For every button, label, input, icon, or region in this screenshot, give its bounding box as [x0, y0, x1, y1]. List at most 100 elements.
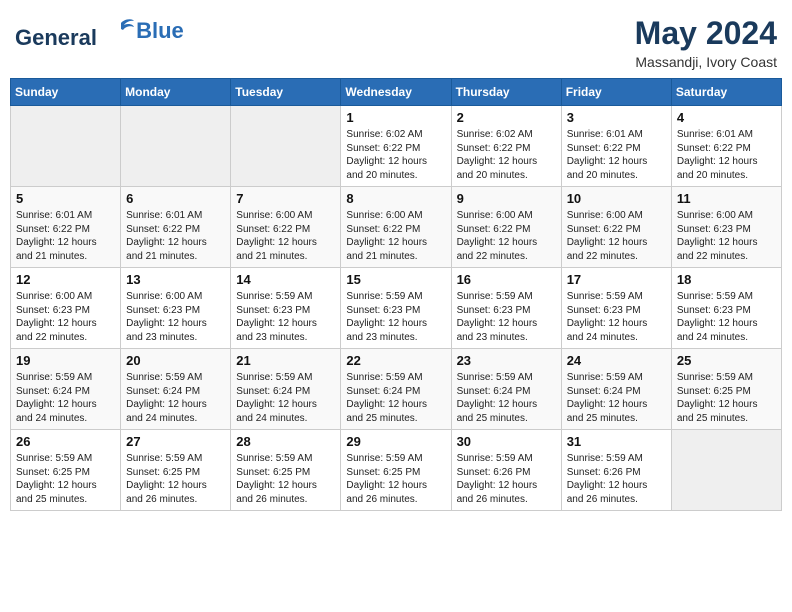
day-number: 9 — [457, 191, 556, 206]
day-number: 10 — [567, 191, 666, 206]
calendar-day-20: 20 Sunrise: 5:59 AMSunset: 6:24 PMDayligh… — [121, 349, 231, 430]
calendar-week-row: 5 Sunrise: 6:01 AMSunset: 6:22 PMDaylight… — [11, 187, 782, 268]
day-number: 29 — [346, 434, 445, 449]
day-number: 3 — [567, 110, 666, 125]
day-info: Sunrise: 5:59 AMSunset: 6:26 PMDaylight:… — [457, 452, 556, 506]
logo: General Blue — [15, 15, 184, 50]
day-info: Sunrise: 5:59 AMSunset: 6:23 PMDaylight:… — [457, 290, 556, 344]
day-info: Sunrise: 6:00 AMSunset: 6:23 PMDaylight:… — [16, 290, 115, 344]
day-number: 4 — [677, 110, 776, 125]
day-number: 25 — [677, 353, 776, 368]
weekday-header-saturday: Saturday — [671, 79, 781, 106]
calendar-day-26: 26 Sunrise: 5:59 AMSunset: 6:25 PMDayligh… — [11, 430, 121, 511]
calendar-day-30: 30 Sunrise: 5:59 AMSunset: 6:26 PMDayligh… — [451, 430, 561, 511]
calendar-week-row: 12 Sunrise: 6:00 AMSunset: 6:23 PMDayligh… — [11, 268, 782, 349]
day-info: Sunrise: 5:59 AMSunset: 6:24 PMDaylight:… — [346, 371, 445, 425]
day-info: Sunrise: 5:59 AMSunset: 6:23 PMDaylight:… — [346, 290, 445, 344]
calendar-week-row: 26 Sunrise: 5:59 AMSunset: 6:25 PMDayligh… — [11, 430, 782, 511]
calendar-week-row: 19 Sunrise: 5:59 AMSunset: 6:24 PMDayligh… — [11, 349, 782, 430]
day-number: 5 — [16, 191, 115, 206]
day-info: Sunrise: 6:01 AMSunset: 6:22 PMDaylight:… — [16, 209, 115, 263]
day-number: 20 — [126, 353, 225, 368]
calendar-day-3: 3Sunrise: 6:01 AMSunset: 6:22 PMDaylight… — [561, 106, 671, 187]
weekday-header-tuesday: Tuesday — [231, 79, 341, 106]
day-info: Sunrise: 5:59 AMSunset: 6:25 PMDaylight:… — [16, 452, 115, 506]
weekday-header-row: SundayMondayTuesdayWednesdayThursdayFrid… — [11, 79, 782, 106]
calendar-day-8: 8Sunrise: 6:00 AMSunset: 6:22 PMDaylight… — [341, 187, 451, 268]
calendar-day-27: 27 Sunrise: 5:59 AMSunset: 6:25 PMDayligh… — [121, 430, 231, 511]
day-number: 31 — [567, 434, 666, 449]
day-number: 19 — [16, 353, 115, 368]
day-number: 13 — [126, 272, 225, 287]
day-info: Sunrise: 5:59 AMSunset: 6:24 PMDaylight:… — [567, 371, 666, 425]
calendar-day-31: 31 Sunrise: 5:59 AMSunset: 6:26 PMDayligh… — [561, 430, 671, 511]
calendar-day-25: 25 Sunrise: 5:59 AMSunset: 6:25 PMDayligh… — [671, 349, 781, 430]
day-number: 6 — [126, 191, 225, 206]
calendar-day-17: 17 Sunrise: 5:59 AMSunset: 6:23 PMDayligh… — [561, 268, 671, 349]
day-number: 14 — [236, 272, 335, 287]
day-number: 2 — [457, 110, 556, 125]
weekday-header-thursday: Thursday — [451, 79, 561, 106]
day-number: 18 — [677, 272, 776, 287]
calendar-day-2: 2 Sunrise: 6:02 AMSunset: 6:22 PMDaylight… — [451, 106, 561, 187]
calendar-day-14: 14 Sunrise: 5:59 AMSunset: 6:23 PMDayligh… — [231, 268, 341, 349]
day-number: 27 — [126, 434, 225, 449]
day-number: 26 — [16, 434, 115, 449]
calendar-day-16: 16 Sunrise: 5:59 AMSunset: 6:23 PMDayligh… — [451, 268, 561, 349]
day-info: Sunrise: 6:02 AMSunset: 6:22 PMDaylight:… — [457, 128, 556, 182]
day-info: Sunrise: 5:59 AMSunset: 6:24 PMDaylight:… — [236, 371, 335, 425]
calendar-day-7: 7 Sunrise: 6:00 AMSunset: 6:22 PMDaylight… — [231, 187, 341, 268]
day-info: Sunrise: 6:00 AMSunset: 6:22 PMDaylight:… — [457, 209, 556, 263]
day-info: Sunrise: 5:59 AMSunset: 6:25 PMDaylight:… — [236, 452, 335, 506]
day-info: Sunrise: 6:02 AMSunset: 6:22 PMDaylight:… — [346, 128, 445, 182]
calendar-table: SundayMondayTuesdayWednesdayThursdayFrid… — [10, 78, 782, 511]
calendar-day-4: 4Sunrise: 6:01 AMSunset: 6:22 PMDaylight… — [671, 106, 781, 187]
calendar-day-11: 11Sunrise: 6:00 AMSunset: 6:23 PMDayligh… — [671, 187, 781, 268]
day-info: Sunrise: 5:59 AMSunset: 6:25 PMDaylight:… — [346, 452, 445, 506]
calendar-day-28: 28Sunrise: 5:59 AMSunset: 6:25 PMDayligh… — [231, 430, 341, 511]
calendar-day-18: 18Sunrise: 5:59 AMSunset: 6:23 PMDayligh… — [671, 268, 781, 349]
day-info: Sunrise: 5:59 AMSunset: 6:26 PMDaylight:… — [567, 452, 666, 506]
logo-bird-icon — [106, 15, 136, 45]
calendar-day-6: 6 Sunrise: 6:01 AMSunset: 6:22 PMDaylight… — [121, 187, 231, 268]
day-info: Sunrise: 5:59 AMSunset: 6:24 PMDaylight:… — [16, 371, 115, 425]
calendar-week-row: 1Sunrise: 6:02 AMSunset: 6:22 PMDaylight… — [11, 106, 782, 187]
calendar-day-13: 13 Sunrise: 6:00 AMSunset: 6:23 PMDayligh… — [121, 268, 231, 349]
day-number: 11 — [677, 191, 776, 206]
day-info: Sunrise: 5:59 AMSunset: 6:24 PMDaylight:… — [126, 371, 225, 425]
day-number: 16 — [457, 272, 556, 287]
day-number: 22 — [346, 353, 445, 368]
day-info: Sunrise: 5:59 AMSunset: 6:25 PMDaylight:… — [677, 371, 776, 425]
calendar-day-22: 22 Sunrise: 5:59 AMSunset: 6:24 PMDayligh… — [341, 349, 451, 430]
calendar-day-23: 23Sunrise: 5:59 AMSunset: 6:24 PMDayligh… — [451, 349, 561, 430]
day-info: Sunrise: 5:59 AMSunset: 6:23 PMDaylight:… — [236, 290, 335, 344]
weekday-header-sunday: Sunday — [11, 79, 121, 106]
calendar-day-empty — [231, 106, 341, 187]
day-number: 8 — [346, 191, 445, 206]
weekday-header-friday: Friday — [561, 79, 671, 106]
calendar-day-15: 15 Sunrise: 5:59 AMSunset: 6:23 PMDayligh… — [341, 268, 451, 349]
page-header: General Blue May 2024 Massandji, Ivory C… — [10, 10, 782, 70]
weekday-header-monday: Monday — [121, 79, 231, 106]
day-info: Sunrise: 6:01 AMSunset: 6:22 PMDaylight:… — [126, 209, 225, 263]
day-number: 12 — [16, 272, 115, 287]
day-number: 15 — [346, 272, 445, 287]
calendar-day-empty — [121, 106, 231, 187]
day-info: Sunrise: 6:00 AMSunset: 6:22 PMDaylight:… — [236, 209, 335, 263]
calendar-day-21: 21Sunrise: 5:59 AMSunset: 6:24 PMDayligh… — [231, 349, 341, 430]
sub-title: Massandji, Ivory Coast — [635, 54, 777, 70]
calendar-day-empty — [11, 106, 121, 187]
calendar-day-24: 24Sunrise: 5:59 AMSunset: 6:24 PMDayligh… — [561, 349, 671, 430]
day-info: Sunrise: 5:59 AMSunset: 6:23 PMDaylight:… — [567, 290, 666, 344]
day-info: Sunrise: 5:59 AMSunset: 6:24 PMDaylight:… — [457, 371, 556, 425]
day-info: Sunrise: 5:59 AMSunset: 6:25 PMDaylight:… — [126, 452, 225, 506]
calendar-day-empty — [671, 430, 781, 511]
day-number: 7 — [236, 191, 335, 206]
logo-general: General — [15, 25, 97, 50]
day-number: 17 — [567, 272, 666, 287]
calendar-day-29: 29 Sunrise: 5:59 AMSunset: 6:25 PMDayligh… — [341, 430, 451, 511]
day-info: Sunrise: 6:00 AMSunset: 6:22 PMDaylight:… — [567, 209, 666, 263]
day-info: Sunrise: 6:00 AMSunset: 6:23 PMDaylight:… — [126, 290, 225, 344]
day-number: 30 — [457, 434, 556, 449]
calendar-day-19: 19 Sunrise: 5:59 AMSunset: 6:24 PMDayligh… — [11, 349, 121, 430]
